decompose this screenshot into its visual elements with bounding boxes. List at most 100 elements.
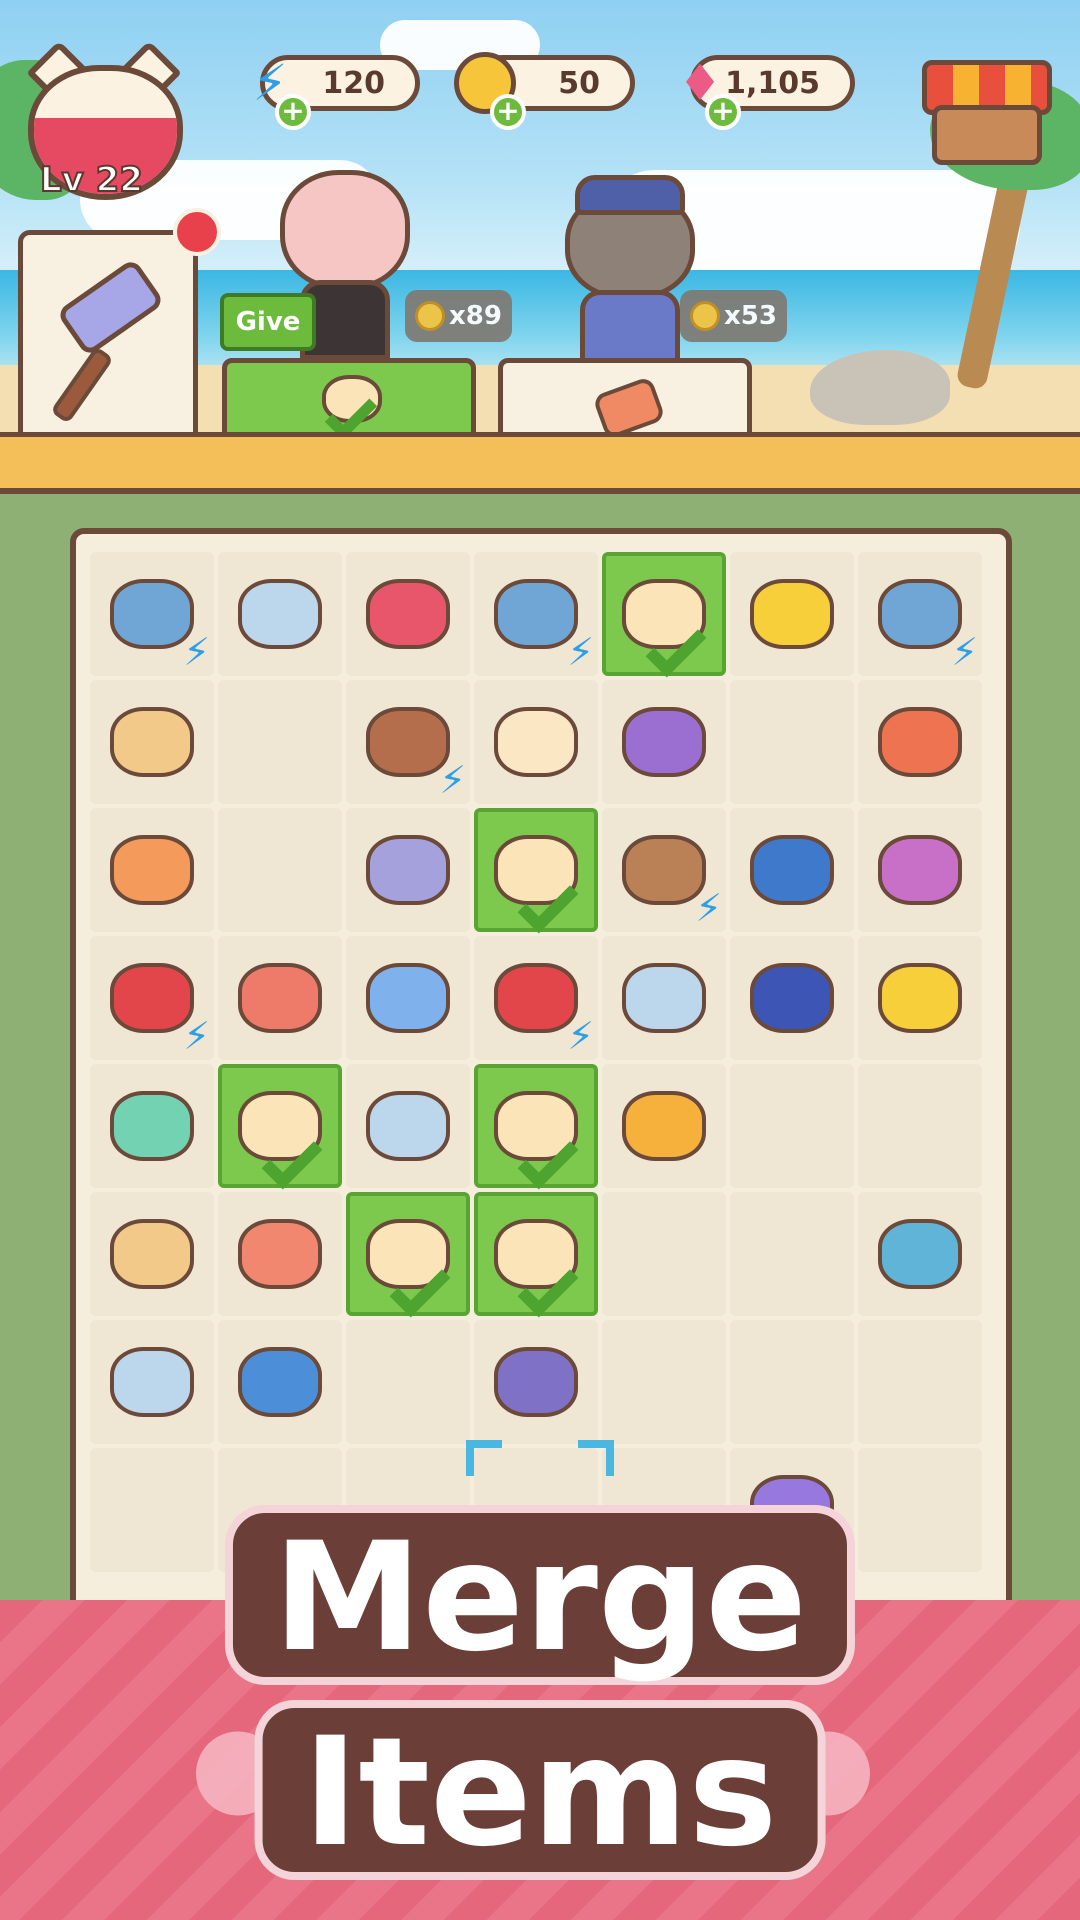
stones-icon [622,963,706,1033]
coral-pearl-icon [622,1091,706,1161]
coral-orange-icon [110,835,194,905]
board-cell-empty[interactable] [858,1448,982,1572]
board-cell-stones[interactable] [346,1064,470,1188]
level-label: Lv 22 [39,159,144,201]
board-cell-scallop[interactable] [90,1192,214,1316]
board-cell-shell-done[interactable] [602,552,726,678]
board-cell-empty[interactable] [90,1448,214,1572]
board-cell-stones[interactable] [602,936,726,1060]
board-cell-shell-done[interactable] [346,1192,470,1318]
board-cell-shell-blue[interactable] [858,1192,982,1316]
board-cell-shell-salmon[interactable] [218,1192,342,1316]
board-cell-coral-pink[interactable] [858,808,982,932]
banner-title-items: Items [254,1700,826,1880]
scallop-icon [110,707,194,777]
coral-purple-icon [622,707,706,777]
coral-pink-icon [878,835,962,905]
board-cell-empty[interactable] [346,1320,470,1444]
board-cell-shell-done[interactable] [474,808,598,934]
board-cell-shell-done[interactable] [218,1064,342,1190]
board-cell-coral-green[interactable] [90,1064,214,1188]
reward-amount: x89 [449,301,502,331]
board-cell-coral-yellow[interactable] [730,552,854,676]
board-cell-empty[interactable] [858,1320,982,1444]
board-cell-empty[interactable] [218,680,342,804]
board-cell-net-basket-bolt[interactable]: ⚡ [858,552,982,676]
chest-bolt-icon [110,963,194,1033]
snail-red-icon [878,707,962,777]
coral-blue-icon [366,963,450,1033]
board-cell-conch[interactable] [474,680,598,804]
shop-button[interactable] [922,50,1052,170]
stones-icon [238,579,322,649]
board-cell-scallop[interactable] [90,680,214,804]
board-cell-shells-red[interactable] [218,936,342,1060]
board-cell-coral-purple[interactable] [602,680,726,804]
reward-badge: x53 [680,290,787,342]
basket-bolt-icon [622,835,706,905]
gem-value: 1,105 [725,66,820,101]
lightning-icon: ⚡ [695,886,722,930]
coin-counter[interactable]: + 50 [454,52,635,130]
board-cell-empty[interactable] [730,1320,854,1444]
counter-shelf [0,432,1080,494]
board-cell-net-bolt[interactable]: ⚡ [474,552,598,676]
coin-icon [690,301,720,331]
cart-bolt-icon [494,963,578,1033]
reward-amount: x53 [724,301,777,331]
gem-counter[interactable]: ♦ + 1,105 [678,54,855,130]
shop-stall-icon [932,105,1042,165]
shells-red-icon [238,963,322,1033]
energy-value: 120 [322,66,385,101]
board-cell-empty[interactable] [602,1192,726,1316]
board-cell-conch-blue[interactable] [730,808,854,932]
banner-title-merge: Merge [224,1505,856,1685]
board-cell-coral-orange[interactable] [90,808,214,932]
add-coins-button[interactable]: + [490,94,526,130]
board-cell-coral-blue2[interactable] [218,1320,342,1444]
lightning-icon: ⚡ [183,1014,210,1058]
board-cell-net-bolt[interactable]: ⚡ [90,552,214,676]
lightning-icon: ⚡ [183,630,210,674]
board-cell-coral-navy[interactable] [730,936,854,1060]
net-basket-bolt-icon [878,579,962,649]
net-bolt-icon [110,579,194,649]
reward-badge: x89 [405,290,512,342]
board-cell-empty[interactable] [730,1064,854,1188]
give-button[interactable]: Give [220,293,316,351]
board-cell-chest-bolt[interactable]: ⚡ [90,936,214,1060]
board-cell-shell-done[interactable] [474,1192,598,1318]
board-cell-conch-plate[interactable] [474,1320,598,1444]
energy-counter[interactable]: ⚡ + 120 [252,54,420,130]
lightning-icon: ⚡ [951,630,978,674]
board-cell-coral-blue[interactable] [346,936,470,1060]
add-energy-button[interactable]: + [275,94,311,130]
board-cell-empty[interactable] [858,1064,982,1188]
coral-blue2-icon [238,1347,322,1417]
board-cell-coral-pearl[interactable] [602,1064,726,1188]
board-cell-empty[interactable] [218,808,342,932]
lightning-icon: ⚡ [439,758,466,802]
selection-corner-left [466,1440,502,1476]
board-cell-coral-yellow[interactable] [858,936,982,1060]
tool-card[interactable] [18,230,198,455]
board-cell-snail-red[interactable] [858,680,982,804]
board-cell-empty[interactable] [730,1192,854,1316]
board-cell-basket-bolt[interactable]: ⚡ [602,808,726,932]
board-cell-stones[interactable] [90,1320,214,1444]
board-cell-stones[interactable] [218,552,342,676]
board-cell-cart-bolt[interactable]: ⚡ [474,936,598,1060]
conch-blue-icon [750,835,834,905]
mallet-icon [55,257,166,358]
coin-icon [415,301,445,331]
board-cell-shell-done[interactable] [474,1064,598,1190]
board-cell-pot-bolt[interactable]: ⚡ [346,680,470,804]
board-cell-empty[interactable] [730,680,854,804]
coral-yellow-icon [878,963,962,1033]
shell-salmon-icon [238,1219,322,1289]
lightning-icon: ⚡ [567,630,594,674]
board-cell-snail-purple[interactable] [346,808,470,932]
net-bolt-icon [494,579,578,649]
board-cell-empty[interactable] [602,1320,726,1444]
board-cell-coral-red[interactable] [346,552,470,676]
